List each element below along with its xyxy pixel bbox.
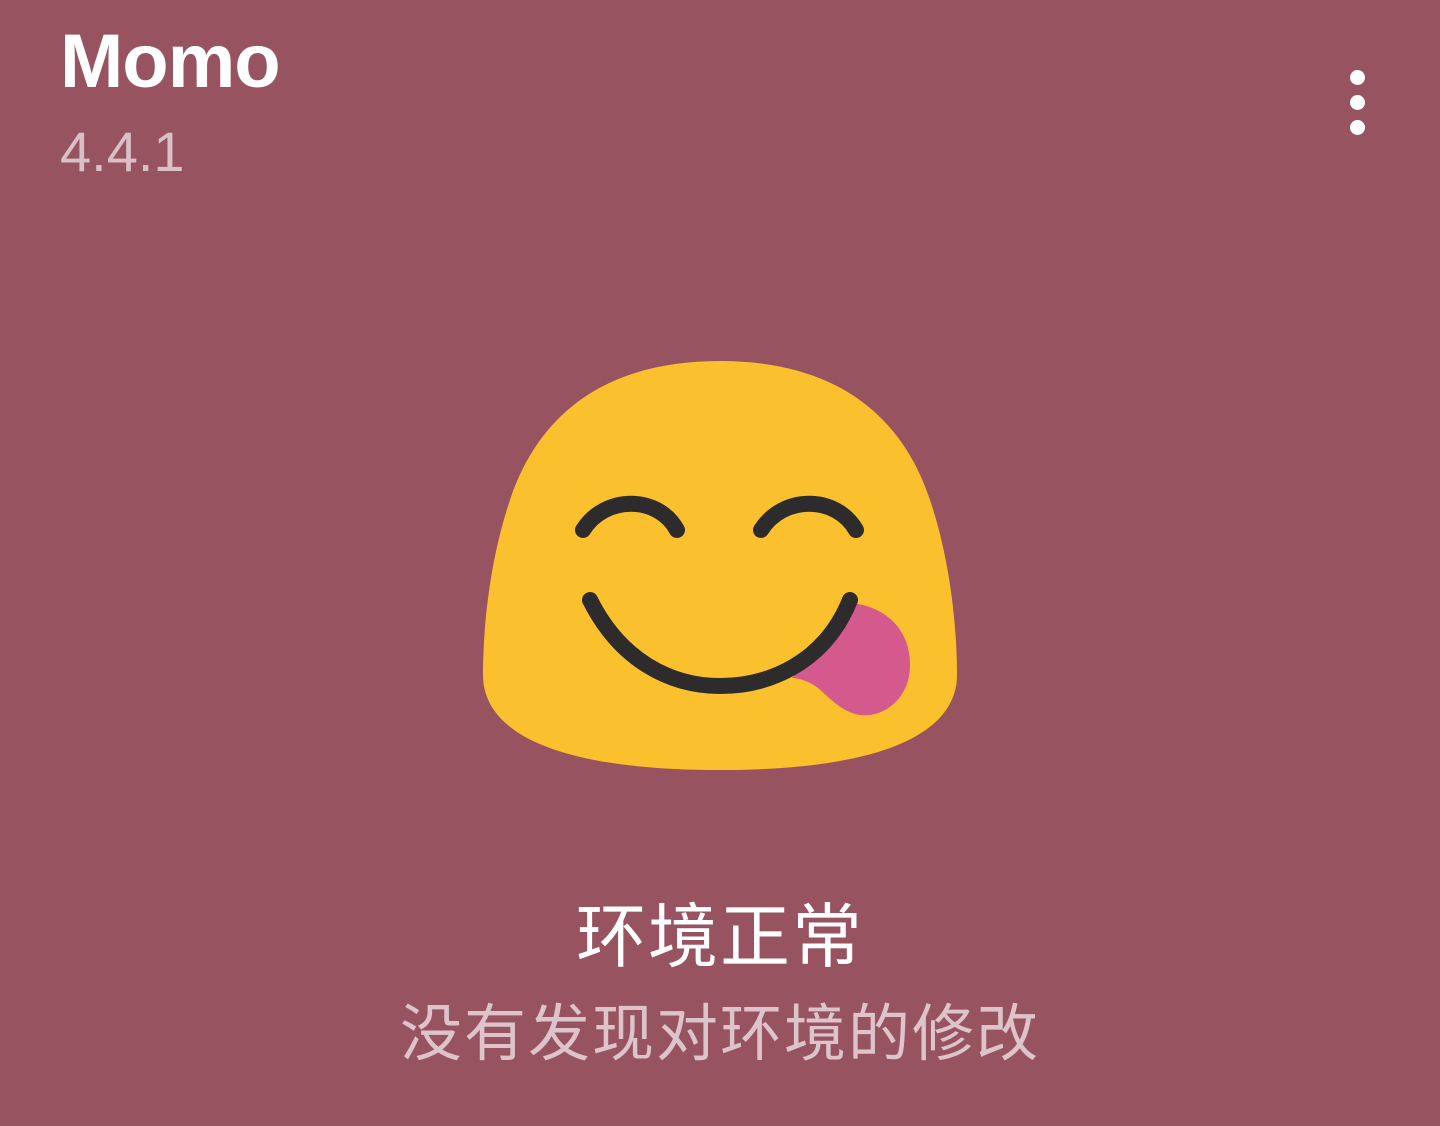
more-options-button[interactable] bbox=[1326, 62, 1388, 142]
app-title: Momo bbox=[60, 19, 281, 104]
status-title: 环境正常 bbox=[576, 898, 864, 976]
savoring-food-emoji-icon bbox=[483, 361, 957, 770]
status-description: 没有发现对环境的修改 bbox=[399, 1000, 1040, 1069]
more-vert-icon bbox=[1349, 69, 1365, 85]
app-version: 4.4.1 bbox=[60, 120, 185, 183]
main-screen: Momo 4.4.1 环境正常 没有发现对环境的修改 bbox=[0, 0, 1440, 1126]
